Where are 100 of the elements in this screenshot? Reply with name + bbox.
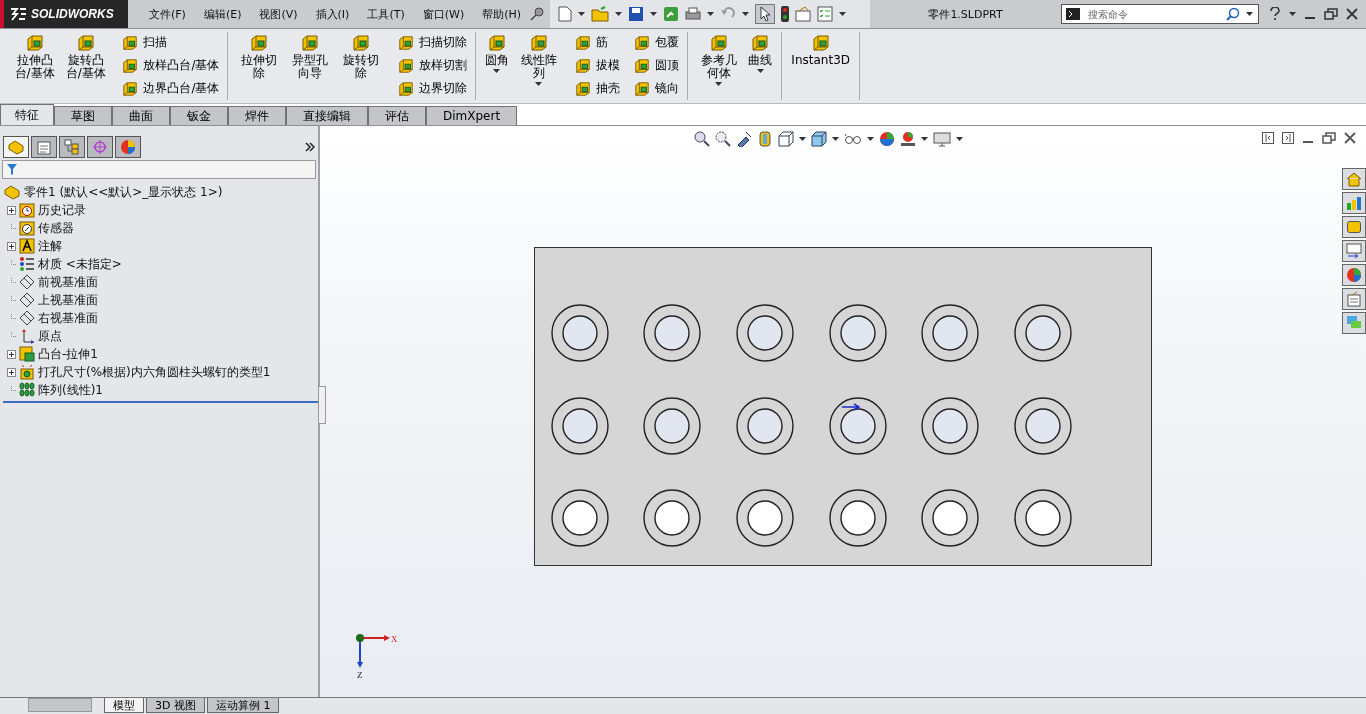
menu-item[interactable]: 视图(V) [250,6,307,22]
traffic-light-icon[interactable] [781,6,790,22]
panel-right-icon[interactable] [1282,132,1294,144]
search-icon[interactable] [1226,7,1240,21]
close-icon[interactable] [1346,8,1358,20]
menu-item[interactable]: 帮助(H) [473,6,531,22]
caret-icon[interactable] [832,137,839,141]
tab[interactable]: 特征 [0,104,54,125]
ribbon-button[interactable]: 扫描切除 [396,33,469,52]
caret-icon[interactable] [756,69,764,73]
ribbon-button[interactable]: 异型孔向导 [285,32,335,100]
tab[interactable]: 钣金 [170,106,228,125]
ribbon-button[interactable]: 拉伸凸台/基体 [10,32,60,100]
tab[interactable]: 直接编辑 [286,106,368,125]
caret-icon[interactable] [799,137,806,141]
task-pane-tab[interactable] [1342,264,1366,286]
pointer-icon[interactable] [755,4,776,24]
ribbon-button[interactable]: 参考几何体 [694,32,744,100]
ribbon-button[interactable]: 拉伸切除 [234,32,284,100]
help-icon[interactable] [1269,7,1281,21]
rebuild-icon[interactable] [663,6,680,22]
panel-left-icon[interactable] [1262,132,1274,144]
section-view-icon[interactable] [757,131,773,147]
caret-icon[interactable] [839,12,847,16]
panel-tab[interactable] [115,136,141,158]
ribbon-button[interactable]: 放样凸台/基体 [120,56,222,75]
ribbon-button[interactable]: 圆顶 [632,56,682,75]
new-document-icon[interactable] [558,6,573,22]
printer-icon[interactable] [685,6,702,22]
ribbon-button[interactable]: 包覆 [632,33,682,52]
tab[interactable]: DimXpert [426,106,518,125]
panel-tab[interactable] [3,136,29,158]
scene-icon[interactable] [900,131,916,147]
caret-icon[interactable] [707,12,715,16]
tab[interactable]: 草图 [54,106,112,125]
expand-icon[interactable] [7,367,16,377]
ribbon-button[interactable]: 圆角 [482,32,512,100]
expand-icon[interactable] [7,349,16,359]
ribbon-button[interactable]: 边界切除 [396,79,469,98]
sphere-icon[interactable] [879,131,895,147]
pushpin-icon[interactable] [530,7,545,21]
tree-item[interactable]: 零件1 (默认<<默认>_显示状态 1>) [24,183,223,201]
ribbon-button[interactable]: 拔模 [573,56,623,75]
task-pane-tab[interactable] [1342,312,1366,334]
sheet-tab[interactable]: 模型 [104,698,144,713]
caret-icon[interactable] [535,82,543,86]
restore-icon[interactable] [1322,132,1336,144]
caret-icon[interactable] [1246,12,1253,16]
options-icon[interactable] [795,6,812,22]
ribbon-button[interactable]: 镜向 [632,79,682,98]
tree-item[interactable]: 原点 [38,327,62,345]
menu-item[interactable]: 工具(T) [358,6,414,22]
checklist-icon[interactable] [817,6,834,22]
sheet-tab[interactable]: 运动算例 1 [206,698,280,713]
filter-field[interactable] [2,160,316,179]
tree-item[interactable]: 凸台-拉伸1 [38,345,98,363]
sheet-tab[interactable]: 3D 视图 [146,698,205,713]
ribbon-button[interactable]: 筋 [573,33,611,52]
restore-icon[interactable] [1324,8,1338,20]
caret-icon[interactable] [493,69,501,73]
search-field[interactable]: 搜索命令 [1086,7,1220,21]
caret-icon[interactable] [650,12,658,16]
ribbon-button[interactable]: 旋转凸台/基体 [61,32,111,100]
zoom-area-icon[interactable] [715,131,731,147]
ribbon-button[interactable]: 曲线 [745,32,776,100]
ribbon-button[interactable]: 线性阵列 [514,32,564,100]
tab[interactable]: 曲面 [112,106,170,125]
menu-item[interactable]: 文件(F) [140,6,195,22]
task-pane-tab[interactable] [1342,168,1366,190]
glasses-icon[interactable] [844,133,862,145]
task-pane-tab[interactable] [1342,240,1366,262]
task-pane-tab[interactable] [1342,192,1366,214]
ribbon-button[interactable]: 放样切割 [396,56,469,75]
panel-tab[interactable] [59,136,85,158]
cube-icon[interactable] [778,131,794,147]
tree-item[interactable]: 右视基准面 [38,309,98,327]
tree-item[interactable]: 前视基准面 [38,273,98,291]
cube-icon[interactable] [811,131,827,147]
task-pane-tab[interactable] [1342,288,1366,310]
tree-item[interactable]: 传感器 [38,219,74,237]
expand-icon[interactable] [7,241,16,251]
panel-tab[interactable] [31,136,57,158]
tree-item[interactable]: 上视基准面 [38,291,98,309]
monitor-icon[interactable] [933,131,951,147]
caret-icon[interactable] [615,12,623,16]
ribbon-button[interactable]: 边界凸台/基体 [120,79,222,98]
expand-icon[interactable] [7,205,16,215]
caret-icon[interactable] [867,137,874,141]
tab[interactable]: 评估 [368,106,426,125]
menu-item[interactable]: 窗口(W) [413,6,474,22]
search-box[interactable]: 搜索命令 [1061,4,1259,24]
zoom-icon[interactable] [694,131,710,147]
menu-item[interactable]: 插入(I) [306,6,359,22]
ribbon-button[interactable]: Instant3D [788,32,853,100]
double-chevron-icon[interactable] [305,142,315,152]
splitter-handle[interactable] [318,386,326,424]
close-icon[interactable] [1344,132,1356,144]
tree-item[interactable]: 材质 <未指定> [38,255,122,273]
caret-icon[interactable] [956,137,963,141]
flashlight-icon[interactable] [736,131,752,147]
